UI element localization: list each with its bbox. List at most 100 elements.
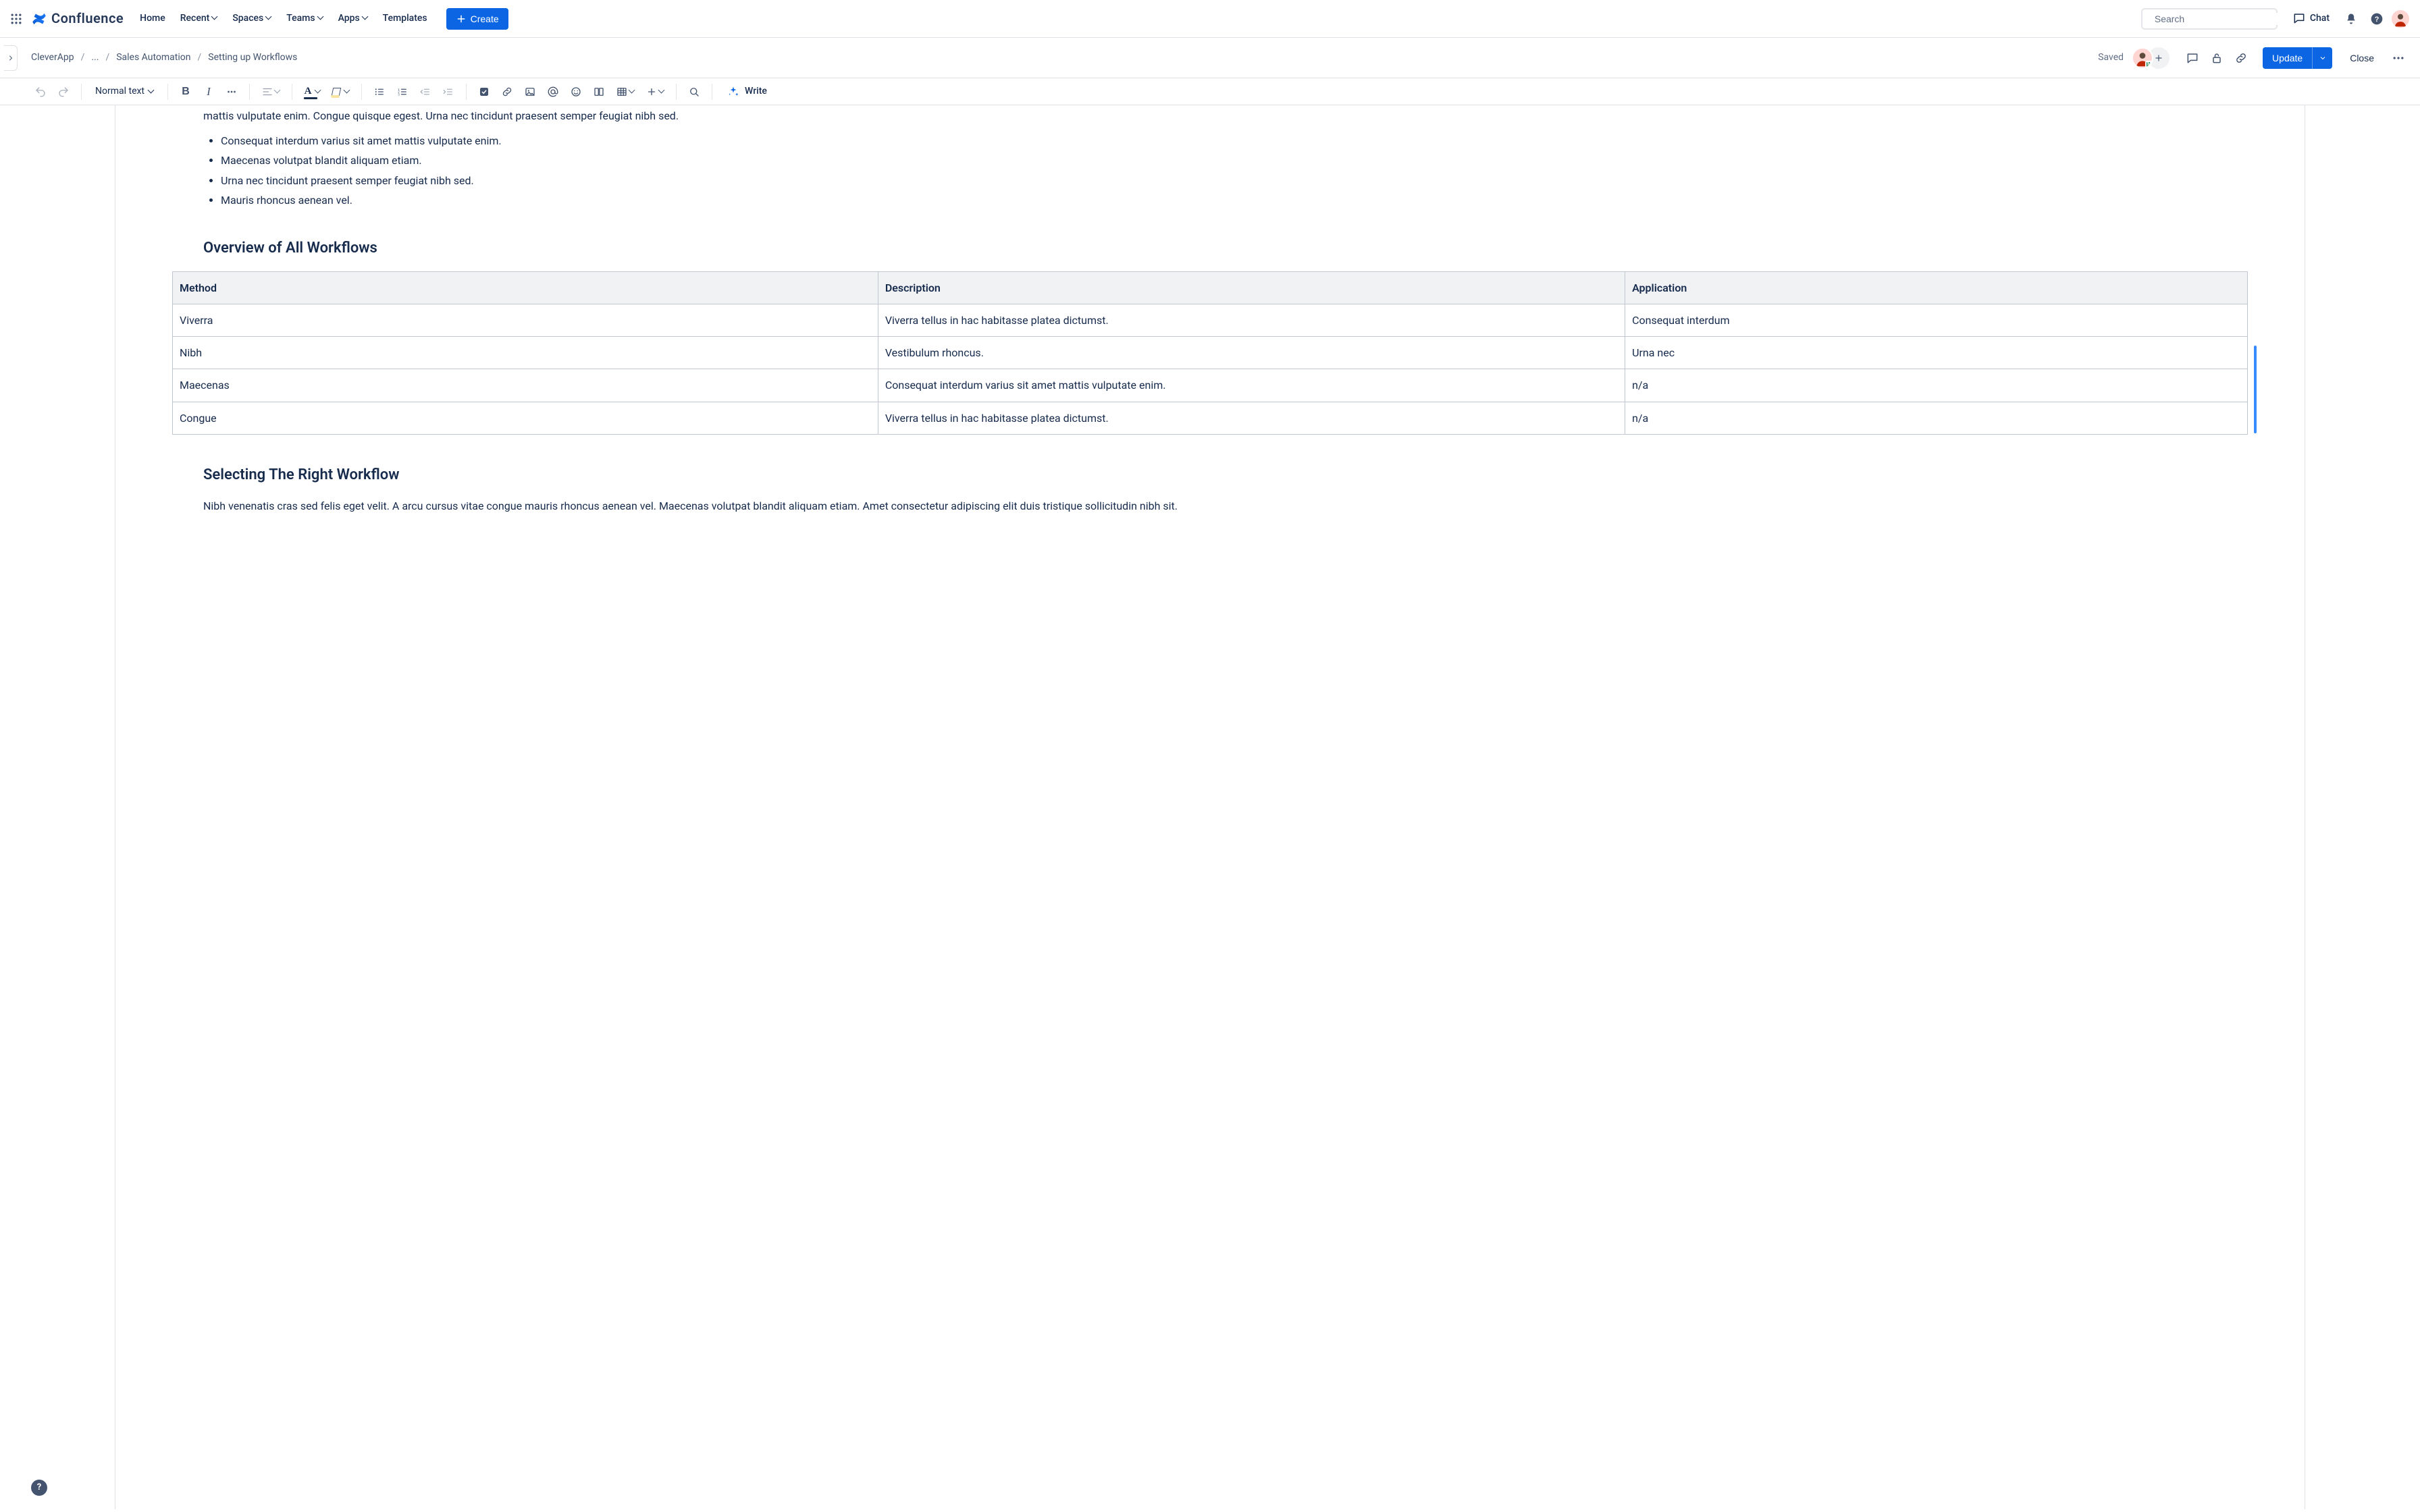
workflows-table[interactable]: Method Description Application Viverra V… <box>172 271 2248 435</box>
search-input[interactable] <box>2153 13 2278 25</box>
table-header-application[interactable]: Application <box>1625 271 2248 304</box>
breadcrumb-item-parent[interactable]: Sales Automation <box>113 49 193 65</box>
table-header-method[interactable]: Method <box>173 271 878 304</box>
heading-selecting[interactable]: Selecting The Right Workflow <box>203 464 2217 486</box>
insert-dropdown[interactable] <box>641 81 669 103</box>
search-box[interactable] <box>2141 8 2278 30</box>
more-actions-icon[interactable] <box>2388 47 2409 69</box>
breadcrumb-sep: / <box>197 51 201 64</box>
table-cell[interactable]: n/a <box>1625 402 2248 434</box>
breadcrumb-item-space[interactable]: CleverApp <box>28 49 77 65</box>
comments-icon[interactable] <box>2182 47 2203 69</box>
table-cell[interactable]: Vestibulum rhoncus. <box>878 337 1625 369</box>
table-cell[interactable]: n/a <box>1625 369 2248 402</box>
notifications-icon[interactable] <box>2340 8 2362 30</box>
text-color-button[interactable]: A <box>299 81 326 103</box>
sidebar-expand-handle[interactable] <box>4 45 18 71</box>
body-paragraph[interactable]: Nibh venenatis cras sed felis eget velit… <box>203 498 2217 514</box>
nav-spaces[interactable]: Spaces <box>226 7 278 29</box>
outdent-button[interactable] <box>415 81 436 103</box>
toolbar-separator <box>167 84 168 100</box>
update-button[interactable]: Update <box>2263 47 2312 69</box>
layouts-button[interactable] <box>588 81 610 103</box>
table-cell[interactable]: Maecenas <box>173 369 878 402</box>
table-dropdown[interactable] <box>611 81 639 103</box>
ai-write-button[interactable]: Write <box>719 81 775 103</box>
table-row[interactable]: Maecenas Consequat interdum varius sit a… <box>173 369 2248 402</box>
chevron-down-icon <box>363 15 368 20</box>
confluence-logo-icon <box>31 11 47 27</box>
table-cell[interactable]: Urna nec <box>1625 337 2248 369</box>
table-header-row[interactable]: Method Description Application <box>173 271 2248 304</box>
find-button[interactable] <box>683 81 705 103</box>
indent-button[interactable] <box>438 81 459 103</box>
chat-button[interactable]: Chat <box>2287 9 2335 28</box>
bold-button[interactable]: B <box>175 81 196 103</box>
nav-teams[interactable]: Teams <box>280 7 330 29</box>
collaborator-avatar[interactable]: M <box>2132 47 2153 69</box>
nav-home[interactable]: Home <box>133 7 172 29</box>
mention-button[interactable] <box>542 81 564 103</box>
bullet-list[interactable]: Consequat interdum varius sit amet matti… <box>203 133 2217 208</box>
highlight-button[interactable] <box>327 81 354 103</box>
text-style-dropdown[interactable]: Normal text <box>88 81 161 103</box>
action-item-button[interactable] <box>473 81 495 103</box>
table-row[interactable]: Viverra Viverra tellus in hac habitasse … <box>173 304 2248 337</box>
table-cell[interactable]: Consequat interdum <box>1625 304 2248 337</box>
list-item[interactable]: Mauris rhoncus aenean vel. <box>221 192 2217 208</box>
breadcrumb-item-ellipsis[interactable]: ... <box>88 49 101 65</box>
text-style-label: Normal text <box>95 84 144 98</box>
svg-text:?: ? <box>2375 16 2379 24</box>
app-switcher-icon[interactable] <box>5 8 27 30</box>
help-fab[interactable]: ? <box>31 1480 47 1496</box>
update-dropdown[interactable] <box>2312 47 2332 69</box>
emoji-button[interactable] <box>565 81 587 103</box>
intro-fragment[interactable]: mattis vulputate enim. Congue quisque eg… <box>203 108 2217 124</box>
redo-button[interactable] <box>53 81 74 103</box>
restrictions-icon[interactable] <box>2206 47 2228 69</box>
numbered-list-button[interactable]: 123 <box>392 81 413 103</box>
table-row[interactable]: Congue Viverra tellus in hac habitasse p… <box>173 402 2248 434</box>
undo-button[interactable] <box>30 81 51 103</box>
image-button[interactable] <box>519 81 541 103</box>
help-icon[interactable]: ? <box>2366 8 2388 30</box>
list-item[interactable]: Maecenas volutpat blandit aliquam etiam. <box>221 153 2217 168</box>
document-body[interactable]: mattis vulputate enim. Congue quisque eg… <box>115 108 2305 514</box>
table-cell[interactable]: Nibh <box>173 337 878 369</box>
copy-link-icon[interactable] <box>2230 47 2252 69</box>
breadcrumb-item-current[interactable]: Setting up Workflows <box>205 49 300 65</box>
more-formatting-button[interactable] <box>221 81 242 103</box>
nav-home-label: Home <box>140 11 165 25</box>
list-item[interactable]: Urna nec tincidunt praesent semper feugi… <box>221 173 2217 188</box>
table-row[interactable]: Nibh Vestibulum rhoncus. Urna nec <box>173 337 2248 369</box>
breadcrumb-sep: / <box>81 51 85 64</box>
close-button[interactable]: Close <box>2342 47 2382 69</box>
table-cell[interactable]: Viverra tellus in hac habitasse platea d… <box>878 402 1625 434</box>
italic-button[interactable]: I <box>198 81 219 103</box>
chevron-down-icon <box>315 88 321 94</box>
link-button[interactable] <box>496 81 518 103</box>
nav-recent[interactable]: Recent <box>174 7 225 29</box>
alignment-dropdown[interactable] <box>257 81 285 103</box>
nav-apps[interactable]: Apps <box>332 7 375 29</box>
create-label: Create <box>471 14 499 24</box>
nav-templates[interactable]: Templates <box>376 7 434 29</box>
profile-avatar[interactable] <box>2392 10 2409 28</box>
highlighter-icon <box>332 88 342 96</box>
table-cell[interactable]: Viverra <box>173 304 878 337</box>
table-cell[interactable]: Viverra tellus in hac habitasse platea d… <box>878 304 1625 337</box>
table-cell[interactable]: Congue <box>173 402 878 434</box>
list-item[interactable]: Consequat interdum varius sit amet matti… <box>221 133 2217 148</box>
table-row-selection-handle[interactable] <box>2254 346 2257 433</box>
toolbar-separator <box>249 84 250 100</box>
sparkle-icon <box>727 86 739 98</box>
chevron-down-icon <box>266 15 271 20</box>
heading-overview[interactable]: Overview of All Workflows <box>203 238 2217 259</box>
create-button[interactable]: Create <box>446 8 508 30</box>
bullet-list-button[interactable] <box>369 81 390 103</box>
table-cell[interactable]: Consequat interdum varius sit amet matti… <box>878 369 1625 402</box>
confluence-logo[interactable]: Confluence <box>31 9 124 28</box>
table-header-description[interactable]: Description <box>878 271 1625 304</box>
editor-header: CleverApp / ... / Sales Automation / Set… <box>0 38 2420 78</box>
breadcrumb: CleverApp / ... / Sales Automation / Set… <box>28 49 300 65</box>
